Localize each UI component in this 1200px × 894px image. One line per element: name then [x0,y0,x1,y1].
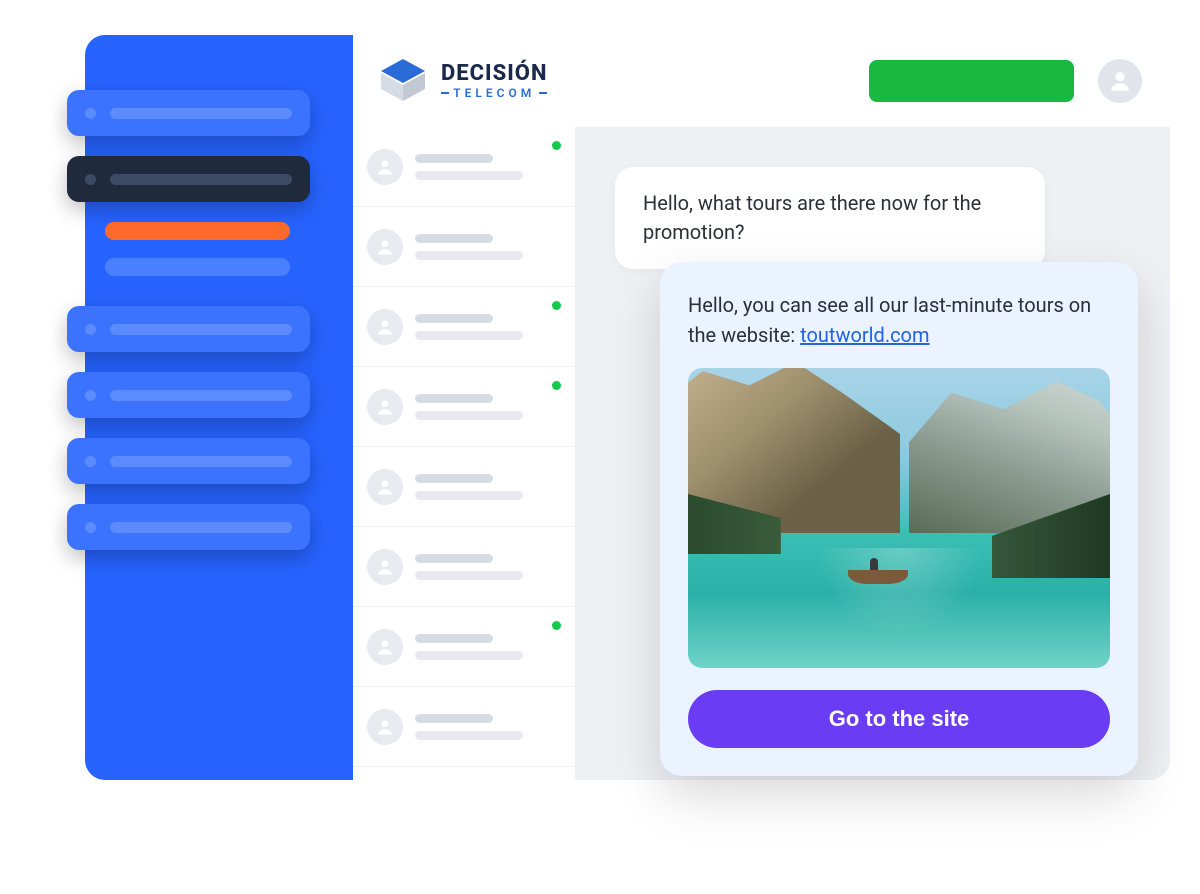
nav-subitem[interactable] [105,258,290,276]
nav-placeholder [110,456,292,467]
header-cta-button[interactable] [869,60,1074,102]
contact-row[interactable] [353,127,575,207]
incoming-message-bubble: Hello, what tours are there now for the … [615,167,1045,269]
online-status-icon [552,301,561,310]
boat-icon [848,570,908,584]
nav-dot-icon [85,174,96,185]
incoming-message-text: Hello, what tours are there now for the … [643,191,981,244]
contact-avatar-icon [367,149,403,185]
nav-dot-icon [85,324,96,335]
contact-row[interactable] [353,607,575,687]
contact-row[interactable] [353,447,575,527]
contact-row[interactable] [353,367,575,447]
header-bar: DECISIÓN TELECOM [353,35,1170,127]
profile-avatar[interactable] [1098,59,1142,103]
contact-avatar-icon [367,309,403,345]
online-status-icon [552,621,561,630]
nav-dot-icon [85,390,96,401]
response-card: Hello, you can see all our last-minute t… [660,262,1138,776]
contact-avatar-icon [367,629,403,665]
response-image [688,368,1110,668]
nav-placeholder [110,324,292,335]
nav-dot-icon [85,522,96,533]
nav-subitem[interactable] [105,222,290,240]
brand-line-1: DECISIÓN [441,63,547,85]
contact-row[interactable] [353,207,575,287]
brand-name: DECISIÓN TELECOM [441,63,547,99]
contact-avatar-icon [367,229,403,265]
brand-line-2: TELECOM [441,87,547,99]
nav-dot-icon [85,108,96,119]
logo-icon [377,55,429,107]
nav-item-active[interactable] [67,156,310,202]
contact-avatar-icon [367,389,403,425]
contact-avatar-icon [367,709,403,745]
nav-placeholder [110,108,292,119]
nav-placeholder [110,522,292,533]
user-icon [1107,68,1133,94]
nav-item[interactable] [67,504,310,550]
contact-avatar-icon [367,469,403,505]
contact-list [353,127,575,780]
nav-stack [67,90,310,570]
nav-placeholder [110,390,292,401]
contact-avatar-icon [367,549,403,585]
online-status-icon [552,141,561,150]
contact-preview [415,154,561,180]
response-link[interactable]: toutworld.com [800,323,929,347]
nav-item[interactable] [67,372,310,418]
nav-item[interactable] [67,306,310,352]
online-status-icon [552,381,561,390]
contact-row[interactable] [353,287,575,367]
go-to-site-button[interactable]: Go to the site [688,690,1110,748]
contact-row[interactable] [353,687,575,767]
sidebar [85,35,353,780]
response-message: Hello, you can see all our last-minute t… [688,290,1110,350]
nav-item[interactable] [67,90,310,136]
nav-dot-icon [85,456,96,467]
nav-placeholder [110,174,292,185]
contact-row[interactable] [353,527,575,607]
nav-item[interactable] [67,438,310,484]
brand-logo[interactable]: DECISIÓN TELECOM [377,55,547,107]
